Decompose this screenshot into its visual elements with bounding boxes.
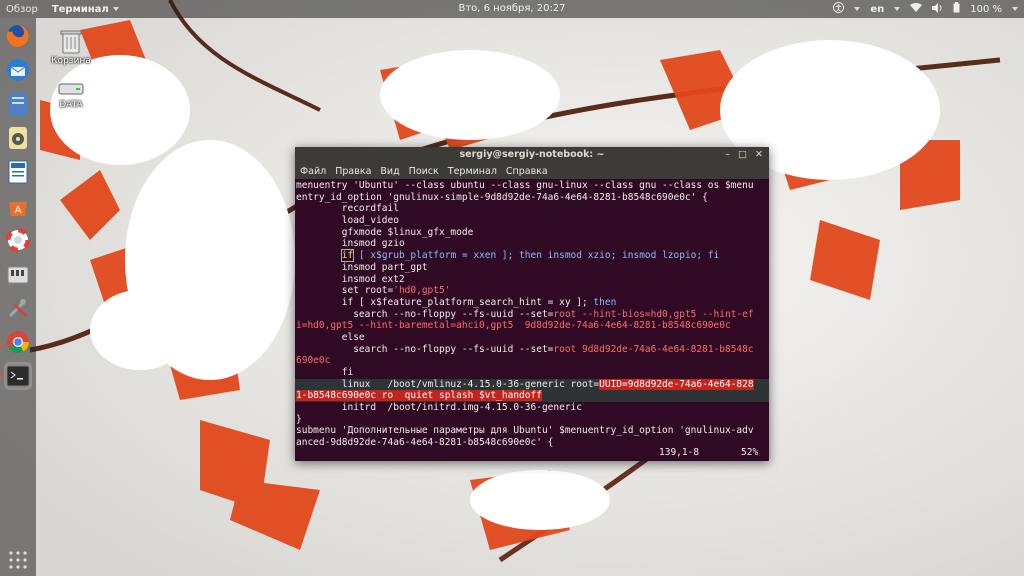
search-match: UUID=9d8d92de-74a6-4e64-828 [599,378,754,390]
terminal-line: load_video [296,215,399,227]
svg-text:A: A [15,205,22,216]
line-segment: search --no-floppy --fs-uuid --set= [296,308,554,320]
writer-icon[interactable] [4,158,32,186]
running-indicator [0,344,3,347]
minimize-icon[interactable]: – [725,147,730,163]
help-icon[interactable] [4,226,32,254]
terminal-line-highlighted: 1-b8548c690e0c ro quiet splash $vt_hando… [295,390,769,403]
dock: A [0,18,36,576]
cursor-position: 139,1-8 [659,447,700,458]
thunderbird-icon[interactable] [4,56,32,84]
chevron-down-icon[interactable] [854,7,861,11]
accessibility-icon[interactable] [833,2,845,16]
terminal-icon[interactable] [4,362,32,390]
chrome-icon[interactable] [4,328,32,356]
activities-button[interactable]: Обзор [6,4,38,15]
line-segment: search --no-floppy --fs-uuid --set= [296,343,554,355]
terminal-menubar: Файл Правка Вид Поиск Терминал Справка [295,163,769,179]
menu-search[interactable]: Поиск [409,166,439,177]
chevron-down-icon [112,7,119,11]
app-menu-label: Терминал [51,3,109,15]
terminal-line: i=hd0,gpt5 --hint-baremetal=ahci0,gpt5 9… [296,320,731,332]
terminal-line: menuentry 'Ubuntu' --class ubuntu --clas… [296,180,754,191]
terminal-line: search --no-floppy --fs-uuid --set=root … [295,344,769,356]
line-segment: linux /boot/vmlinuz-4.15.0-36-generic ro… [296,378,600,390]
terminal-line: 690e0c [296,355,331,367]
text-cursor: if [340,249,355,263]
line-segment: set root= [296,285,394,297]
battery-percent: 100 % [970,3,1002,15]
trash-desktop-icon[interactable]: Корзина [46,28,96,66]
terminal-line: insmod gzio [296,238,405,250]
terminal-line: if [ x$feature_platform_search_hint = xy… [295,297,769,309]
terminal-window[interactable]: sergiy@sergiy-notebook: ~ – □ ✕ Файл Пра… [295,147,769,461]
line-segment: root 9d8d92de-74a6-4e64-8281-b8548c [553,343,754,355]
files-icon[interactable] [4,90,32,118]
close-icon[interactable]: ✕ [755,147,763,163]
volume-icon[interactable] [932,2,943,16]
wifi-icon[interactable] [910,2,923,16]
line-segment [296,250,342,261]
window-titlebar[interactable]: sergiy@sergiy-notebook: ~ – □ ✕ [295,147,769,163]
terminal-line: else [296,331,365,343]
software-center-icon[interactable]: A [4,192,32,220]
maximize-icon[interactable]: □ [738,147,747,163]
search-match: 1-b8548c690e0c ro quiet splash $vt_hando… [296,390,542,402]
line-segment: root --hint-bios=hd0,gpt5 --hint-ef [553,308,754,320]
top-panel: Обзор Терминал Вто, 6 ноября, 20:27 en 1… [0,0,1024,18]
drive-label: DATA [59,100,83,110]
terminal-line: insmod ext2 [296,273,405,285]
terminal-line: search --no-floppy --fs-uuid --set=root … [295,309,769,321]
menu-edit[interactable]: Правка [335,166,371,177]
line-segment: 'hd0,gpt5' [393,285,451,297]
terminal-content[interactable]: menuentry 'Ubuntu' --class ubuntu --clas… [295,180,769,461]
window-title: sergiy@sergiy-notebook: ~ [459,149,605,160]
terminal-line: fi [296,367,354,378]
rhythmbox-icon[interactable] [4,124,32,152]
app-menu-button[interactable]: Терминал [52,4,119,15]
terminal-line: } [296,413,302,425]
line-segment: if [ x$feature_platform_search_hint = xy… [296,296,594,308]
terminal-line: insmod part_gpt [296,261,428,273]
menu-help[interactable]: Справка [506,166,548,177]
line-segment: [ x$grub_platform = xxen ]; then insmod … [353,250,720,262]
usb-disk-icon[interactable] [4,260,32,288]
chevron-down-icon[interactable] [1012,7,1018,11]
terminal-line: set root='hd0,gpt5' [295,285,769,297]
firefox-icon[interactable] [4,22,32,50]
trash-label: Корзина [51,56,91,66]
drive-icon [58,83,84,95]
show-applications-icon[interactable] [8,550,28,570]
chevron-down-icon[interactable] [894,7,901,11]
terminal-line: recordfail [296,203,399,215]
terminal-line-highlighted: linux /boot/vmlinuz-4.15.0-36-generic ro… [295,378,769,391]
terminal-line: gfxmode $linux_gfx_mode [296,226,474,238]
trash-icon [60,30,82,54]
terminal-line: submenu 'Дополнительные параметры для Ub… [296,425,754,437]
vim-status-line: 139,1-8 52% [295,447,769,459]
scroll-percent: 52% [741,447,759,458]
menu-view[interactable]: Вид [380,166,399,177]
data-drive-desktop-icon[interactable]: DATA [46,78,96,110]
terminal-line: initrd /boot/initrd.img-4.15.0-36-generi… [296,402,582,414]
settings-icon[interactable] [4,294,32,322]
battery-icon[interactable] [953,2,960,16]
terminal-line: entry_id_option 'gnulinux-simple-9d8d92d… [296,191,708,203]
keyboard-language[interactable]: en [870,4,884,15]
line-segment: then [593,296,617,308]
running-indicator [0,375,3,378]
menu-terminal[interactable]: Терминал [448,166,497,177]
menu-file[interactable]: Файл [300,166,326,177]
terminal-line: if [ x$grub_platform = xxen ]; then insm… [295,249,769,263]
